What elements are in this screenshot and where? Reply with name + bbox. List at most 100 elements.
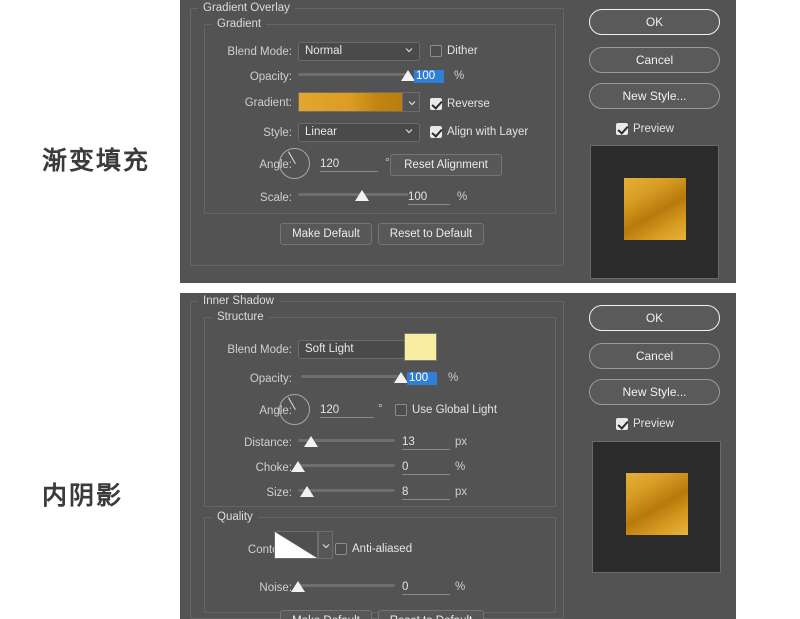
angle-value-field[interactable]: 120 (320, 404, 374, 418)
quality-section-title: Quality (212, 511, 258, 523)
layer-preview-thumbnail (590, 145, 719, 279)
reset-to-default-button[interactable]: Reset to Default (378, 610, 484, 619)
size-unit: px (455, 486, 467, 498)
opacity-slider[interactable] (301, 371, 401, 385)
preview-checkbox[interactable]: Preview (616, 123, 674, 135)
gradient-picker-dropdown[interactable] (402, 92, 420, 112)
ok-button[interactable]: OK (589, 9, 720, 35)
opacity-unit: % (454, 70, 464, 82)
angle-unit: ° (385, 157, 390, 169)
chevron-down-icon (408, 99, 416, 107)
noise-unit: % (455, 581, 465, 593)
preview-label: Preview (633, 123, 674, 135)
opacity-slider-track (301, 375, 401, 378)
scale-slider-knob[interactable] (355, 190, 369, 201)
gradient-preview-fill (299, 93, 419, 111)
gradient-overlay-body: Gradient Overlay Gradient Blend Mode: No… (180, 0, 576, 283)
gradient-label: Gradient: (200, 97, 292, 109)
reset-alignment-button[interactable]: Reset Alignment (390, 154, 502, 176)
anti-aliased-label: Anti-aliased (352, 543, 412, 555)
opacity-label: Opacity: (200, 373, 292, 385)
gradient-section-title: Gradient (212, 18, 266, 30)
scale-slider[interactable] (298, 189, 408, 203)
scale-slider-track (298, 193, 408, 196)
opacity-slider[interactable] (298, 69, 408, 83)
distance-slider-knob[interactable] (304, 436, 318, 447)
contour-dropdown[interactable] (318, 531, 333, 559)
opacity-value-field[interactable]: 100 (414, 70, 444, 83)
chevron-down-icon (322, 542, 330, 550)
choke-value-field[interactable]: 0 (402, 461, 450, 475)
gradient-swatch[interactable] (298, 92, 420, 112)
opacity-slider-knob[interactable] (401, 70, 415, 81)
structure-section-title: Structure (212, 311, 269, 323)
size-slider[interactable] (298, 485, 395, 499)
anti-aliased-checkbox[interactable]: Anti-aliased (335, 543, 412, 555)
style-select[interactable]: Linear (298, 123, 420, 142)
angle-dial[interactable] (279, 148, 310, 179)
blend-mode-label: Blend Mode: (200, 46, 292, 58)
panel-separator-gap (0, 283, 800, 293)
contour-preview[interactable] (274, 531, 318, 559)
style-value: Linear (305, 126, 337, 138)
reverse-checkbox[interactable]: Reverse (430, 98, 490, 110)
style-label: Style: (200, 127, 292, 139)
ok-button[interactable]: OK (589, 305, 720, 331)
cancel-button[interactable]: Cancel (589, 343, 720, 369)
distance-label: Distance: (190, 437, 292, 449)
inner-shadow-dialog: Inner Shadow Structure Blend Mode: Soft … (180, 293, 736, 619)
shadow-color-swatch[interactable] (404, 333, 437, 361)
size-slider-knob[interactable] (300, 486, 314, 497)
reverse-label: Reverse (447, 98, 490, 110)
reverse-checkbox-box (430, 98, 442, 110)
opacity-value-field[interactable]: 100 (407, 372, 437, 385)
size-value-field[interactable]: 8 (402, 486, 450, 500)
dither-checkbox-box (430, 45, 442, 57)
opacity-label: Opacity: (200, 71, 292, 83)
angle-value-field[interactable]: 120 (320, 158, 378, 172)
scale-value-field[interactable]: 100 (408, 191, 450, 205)
anti-aliased-checkbox-box (335, 543, 347, 555)
new-style-button[interactable]: New Style... (589, 379, 720, 405)
chevron-down-icon (405, 127, 413, 135)
cancel-button[interactable]: Cancel (589, 47, 720, 73)
dither-checkbox[interactable]: Dither (430, 45, 478, 57)
choke-slider-knob[interactable] (291, 461, 305, 472)
use-global-light-checkbox[interactable]: Use Global Light (395, 404, 497, 416)
opacity-slider-track (298, 73, 408, 76)
preview-shape (626, 473, 688, 535)
choke-unit: % (455, 461, 465, 473)
contour-curve-icon (275, 532, 317, 558)
inner-shadow-sidebar: OK Cancel New Style... Preview (576, 293, 736, 619)
reset-to-default-button[interactable]: Reset to Default (378, 223, 484, 245)
inner-shadow-body: Inner Shadow Structure Blend Mode: Soft … (180, 293, 576, 619)
gradient-overlay-sidebar: OK Cancel New Style... Preview (576, 0, 736, 283)
blend-mode-select[interactable]: Soft Light (298, 340, 420, 359)
layer-preview-thumbnail (592, 441, 721, 573)
opacity-slider-knob[interactable] (394, 372, 408, 383)
choke-label: Choke: (190, 462, 292, 474)
chevron-down-icon (405, 46, 413, 54)
angle-dial-needle (288, 151, 296, 164)
new-style-button[interactable]: New Style... (589, 83, 720, 109)
scale-unit: % (457, 191, 467, 203)
angle-dial[interactable] (279, 394, 310, 425)
blend-mode-label: Blend Mode: (200, 344, 292, 356)
make-default-button[interactable]: Make Default (280, 223, 372, 245)
annotation-label-inner-shadow: 内阴影 (42, 476, 123, 512)
choke-slider[interactable] (298, 460, 395, 474)
noise-slider[interactable] (298, 580, 395, 594)
align-with-layer-checkbox[interactable]: Align with Layer (430, 126, 528, 138)
distance-unit: px (455, 436, 467, 448)
make-default-button[interactable]: Make Default (280, 610, 372, 619)
quality-section-group (204, 517, 556, 613)
distance-slider[interactable] (298, 435, 395, 449)
noise-slider-knob[interactable] (291, 581, 305, 592)
noise-value-field[interactable]: 0 (402, 581, 450, 595)
scale-label: Scale: (200, 192, 292, 204)
distance-value-field[interactable]: 13 (402, 436, 450, 450)
opacity-unit: % (448, 372, 458, 384)
preview-checkbox[interactable]: Preview (616, 418, 674, 430)
blend-mode-select[interactable]: Normal (298, 42, 420, 61)
size-label: Size: (190, 487, 292, 499)
